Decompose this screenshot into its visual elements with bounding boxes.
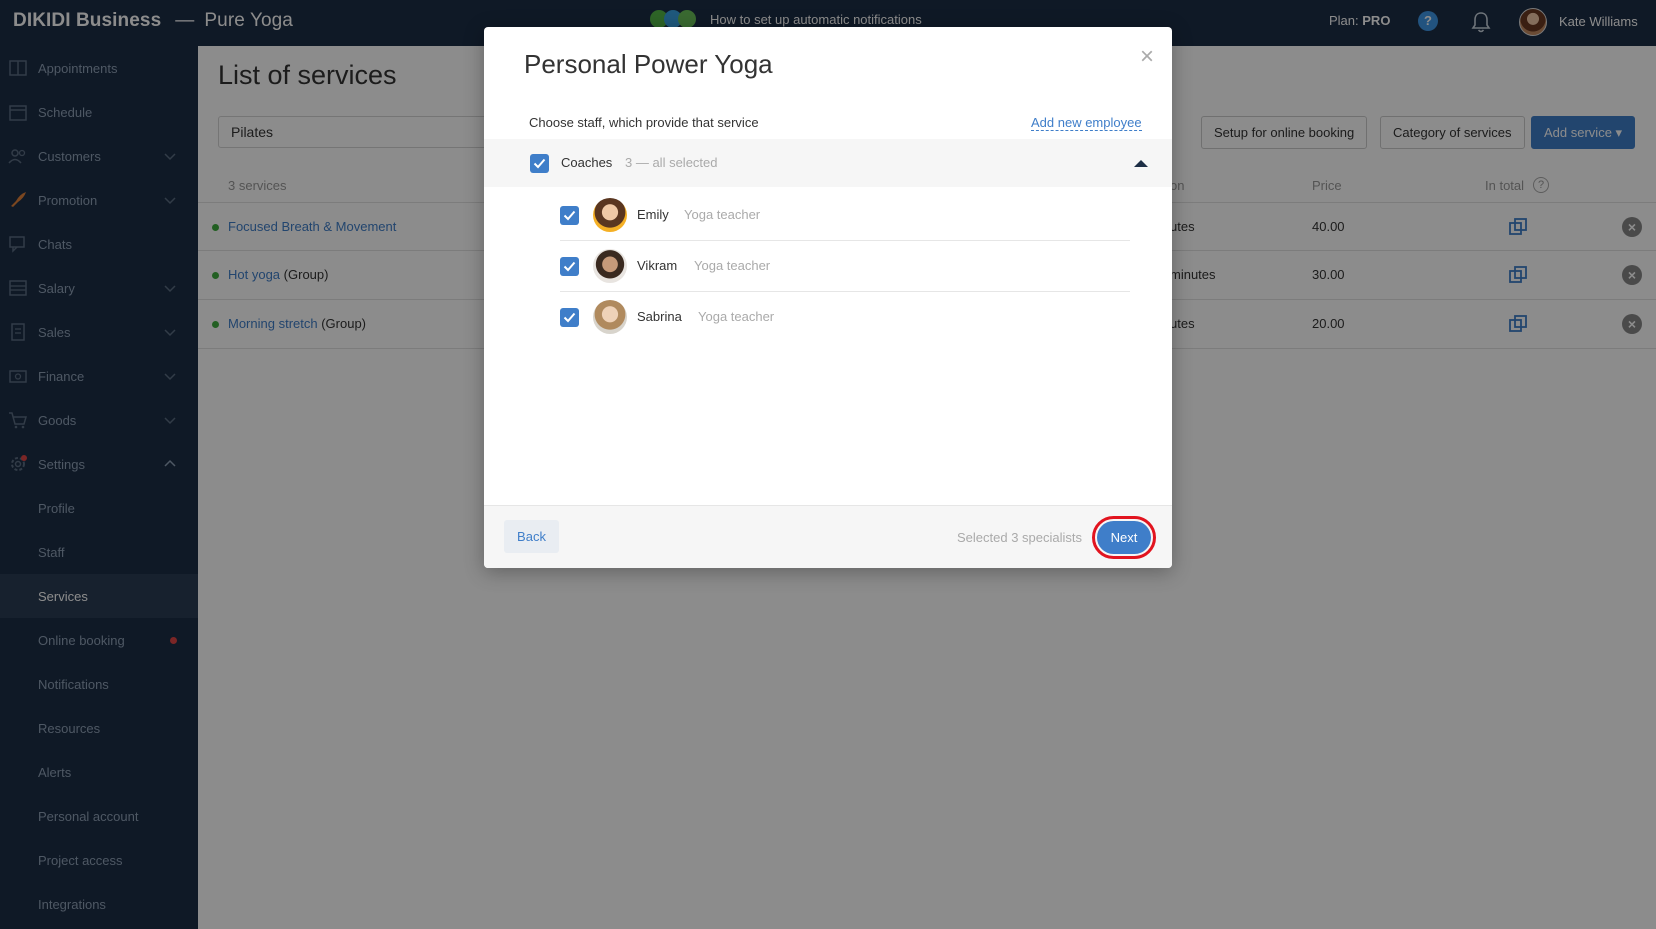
group-checkbox[interactable] (530, 154, 549, 173)
staff-group-row[interactable]: Coaches 3 — all selected (484, 139, 1172, 187)
modal-subtitle: Choose staff, which provide that service (529, 115, 759, 130)
next-button[interactable]: Next (1097, 521, 1151, 554)
checkmark-icon (563, 312, 576, 323)
employee-avatar (593, 198, 627, 232)
employee-row[interactable]: Vikram Yoga teacher (560, 241, 1130, 292)
checkmark-icon (563, 261, 576, 272)
employee-checkbox[interactable] (560, 308, 579, 327)
employee-row[interactable]: Emily Yoga teacher (560, 190, 1130, 241)
close-icon[interactable]: × (1136, 45, 1158, 69)
collapse-caret-icon[interactable] (1134, 160, 1148, 167)
employee-role: Yoga teacher (694, 258, 771, 273)
employee-checkbox[interactable] (560, 206, 579, 225)
employee-role: Yoga teacher (698, 309, 775, 324)
checkmark-icon (533, 158, 546, 169)
employee-name: Vikram (637, 258, 678, 273)
employee-avatar (593, 249, 627, 283)
select-staff-modal: Personal Power Yoga × Choose staff, whic… (484, 27, 1172, 568)
group-name: Coaches (561, 155, 613, 170)
employee-avatar (593, 300, 627, 334)
add-new-employee-link[interactable]: Add new employee (1031, 115, 1142, 131)
modal-title: Personal Power Yoga (524, 49, 773, 79)
group-count: 3 — all selected (625, 155, 718, 170)
employee-name: Sabrina (637, 309, 682, 324)
employee-name: Emily (637, 207, 669, 222)
checkmark-icon (563, 210, 576, 221)
employee-role: Yoga teacher (684, 207, 761, 222)
back-button[interactable]: Back (504, 520, 559, 553)
modal-footer: Back Selected 3 specialists Next (484, 505, 1172, 568)
selected-count-text: Selected 3 specialists (957, 530, 1083, 545)
employee-row[interactable]: Sabrina Yoga teacher (560, 292, 1130, 343)
employee-checkbox[interactable] (560, 257, 579, 276)
